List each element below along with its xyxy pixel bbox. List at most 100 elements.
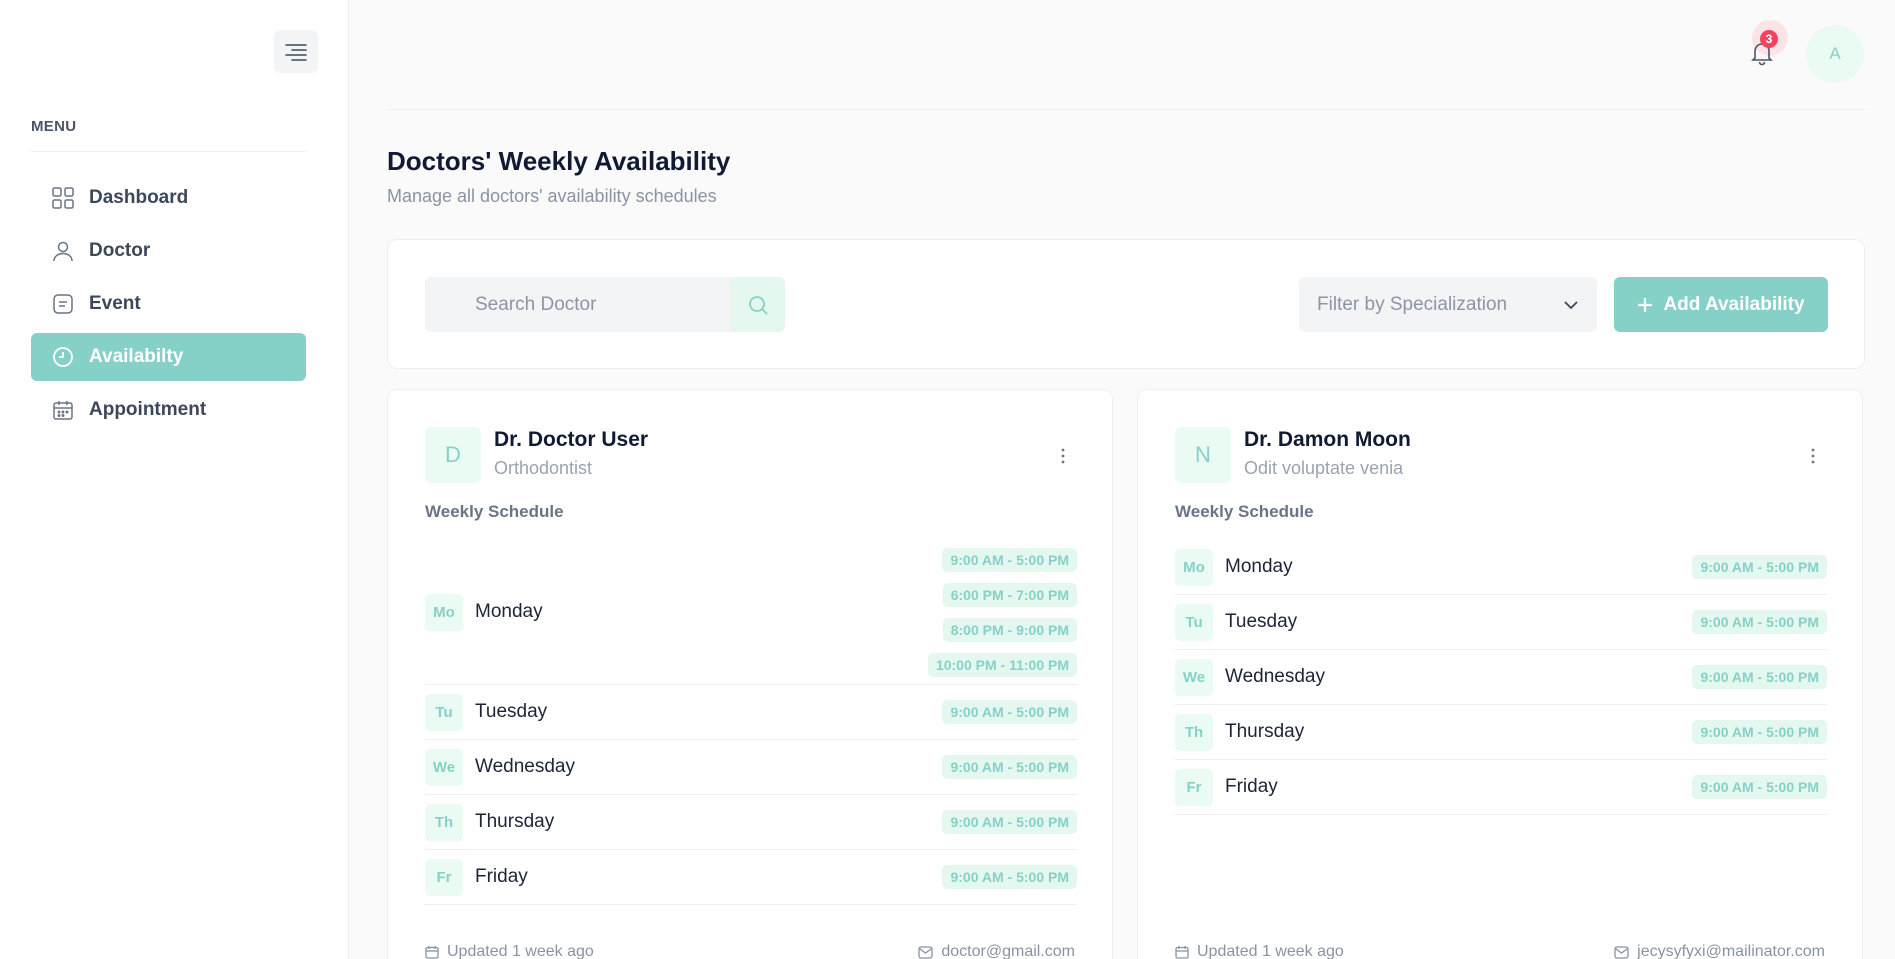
search-box [425, 277, 785, 332]
time-slot: 8:00 PM - 9:00 PM [942, 617, 1077, 642]
clock-icon [51, 345, 75, 369]
page-subtitle: Manage all doctors' availability schedul… [387, 186, 717, 206]
schedule-day: We Wednesday [425, 748, 575, 786]
sidebar-item-event[interactable]: Event [31, 280, 306, 328]
time-slot: 9:00 AM - 5:00 PM [1692, 555, 1827, 579]
email-text: doctor@gmail.com [941, 943, 1075, 959]
sidebar-item-label: Appointment [89, 399, 207, 420]
doctor-name: Dr. Damon Moon [1244, 428, 1411, 451]
schedule-day: We Wednesday [1175, 658, 1325, 696]
page-title: Doctors' Weekly Availability [387, 146, 731, 176]
time-slots: 9:00 AM - 5:00 PM [942, 755, 1077, 779]
time-slots: 9:00 AM - 5:00 PM [1692, 610, 1827, 634]
time-slot: 9:00 AM - 5:00 PM [1692, 775, 1827, 799]
sidebar-item-dashboard[interactable]: Dashboard [31, 174, 306, 222]
updated-info: Updated 1 week ago [1175, 943, 1344, 959]
time-slots: 9:00 AM - 5:00 PM [942, 700, 1077, 724]
sidebar-item-appointment[interactable]: Appointment [31, 386, 306, 434]
updated-text: Updated 1 week ago [447, 943, 594, 959]
search-button[interactable] [730, 277, 785, 332]
header-divider [387, 109, 1865, 110]
sidebar-toggle-button[interactable] [274, 30, 318, 73]
more-options-button[interactable] [1051, 444, 1075, 468]
filter-placeholder: Filter by Specialization [1317, 293, 1508, 315]
doctor-specialization: Orthodontist [494, 458, 593, 478]
add-availability-label: Add Availability [1663, 293, 1805, 315]
more-vertical-icon [1061, 448, 1065, 464]
schedule-row: Tu Tuesday 9:00 AM - 5:00 PM [425, 685, 1077, 740]
specialization-filter-select[interactable]: Filter by Specialization [1299, 277, 1597, 332]
add-availability-button[interactable]: Add Availability [1614, 277, 1828, 332]
schedule-day: Tu Tuesday [1175, 603, 1298, 641]
mail-icon [1614, 945, 1629, 959]
toolbar-card: Filter by Specialization Add Availabilit… [387, 239, 1865, 369]
time-slots: 9:00 AM - 5:00 PM 6:00 PM - 7:00 PM 8:00… [927, 547, 1077, 677]
day-name: Thursday [1225, 721, 1305, 742]
time-slot: 9:00 AM - 5:00 PM [942, 865, 1077, 889]
day-name: Friday [475, 866, 528, 887]
schedule-row: Th Thursday 9:00 AM - 5:00 PM [425, 795, 1077, 850]
doctor-card: N Dr. Damon Moon Odit voluptate venia We… [1137, 389, 1863, 959]
doctor-email: jecysyfyxi@mailinator.com [1614, 943, 1825, 959]
mail-icon [918, 945, 934, 959]
avatar[interactable]: A [1806, 25, 1864, 83]
day-abbr: Th [425, 803, 463, 841]
search-input[interactable] [425, 277, 730, 332]
day-abbr: Mo [1175, 548, 1213, 586]
menu-divider [31, 151, 306, 152]
plus-icon [1638, 297, 1653, 312]
search-icon [748, 295, 768, 315]
notification-badge: 3 [1760, 30, 1778, 48]
schedule-row: Mo Monday 9:00 AM - 5:00 PM [1175, 540, 1827, 595]
time-slots: 9:00 AM - 5:00 PM [1692, 720, 1827, 744]
day-name: Tuesday [1225, 611, 1298, 632]
menu-heading: MENU [31, 118, 77, 135]
day-name: Wednesday [475, 756, 575, 777]
schedule-row: Fr Friday 9:00 AM - 5:00 PM [425, 850, 1077, 905]
day-name: Wednesday [1225, 666, 1325, 687]
schedule-row: Th Thursday 9:00 AM - 5:00 PM [1175, 705, 1827, 760]
day-name: Monday [475, 601, 543, 622]
day-abbr: We [425, 748, 463, 786]
day-name: Tuesday [475, 701, 548, 722]
calendar-icon [425, 946, 439, 959]
schedule-day: Tu Tuesday [425, 693, 548, 731]
schedule-day: Fr Friday [425, 858, 528, 896]
time-slots: 9:00 AM - 5:00 PM [1692, 775, 1827, 799]
day-abbr: Tu [1175, 603, 1213, 641]
schedule-list: Mo Monday 9:00 AM - 5:00 PM Tu Tuesday 9… [1175, 540, 1827, 815]
updated-info: Updated 1 week ago [425, 943, 594, 959]
sidebar-item-availability[interactable]: Availabilty [31, 333, 306, 381]
sidebar: MENU Dashboard Doctor Event Availabilty [0, 0, 349, 959]
day-abbr: Mo [425, 593, 463, 631]
sidebar-item-label: Availabilty [89, 346, 184, 367]
schedule-row: Fr Friday 9:00 AM - 5:00 PM [1175, 760, 1827, 815]
more-options-button[interactable] [1801, 444, 1825, 468]
menu-icon [285, 43, 307, 61]
sidebar-item-doctor[interactable]: Doctor [31, 227, 306, 275]
more-vertical-icon [1811, 448, 1815, 464]
email-text: jecysyfyxi@mailinator.com [1637, 943, 1825, 959]
doctor-specialization: Odit voluptate venia [1244, 458, 1404, 478]
time-slot: 10:00 PM - 11:00 PM [927, 652, 1077, 677]
day-abbr: We [1175, 658, 1213, 696]
time-slots: 9:00 AM - 5:00 PM [1692, 555, 1827, 579]
day-abbr: Fr [425, 858, 463, 896]
doctor-email: doctor@gmail.com [918, 943, 1075, 959]
time-slot: 9:00 AM - 5:00 PM [1692, 720, 1827, 744]
calendar-icon [1175, 946, 1189, 959]
calendar-icon [51, 398, 75, 422]
schedule-list: Mo Monday 9:00 AM - 5:00 PM 6:00 PM - 7:… [425, 540, 1077, 905]
time-slot: 9:00 AM - 5:00 PM [942, 755, 1077, 779]
schedule-row: We Wednesday 9:00 AM - 5:00 PM [425, 740, 1077, 795]
schedule-row: We Wednesday 9:00 AM - 5:00 PM [1175, 650, 1827, 705]
schedule-day: Th Thursday [1175, 713, 1305, 751]
day-name: Friday [1225, 776, 1278, 797]
sidebar-item-label: Event [89, 293, 141, 314]
doctor-avatar: N [1175, 427, 1231, 483]
message-icon [51, 292, 75, 316]
time-slot: 9:00 AM - 5:00 PM [942, 700, 1077, 724]
time-slot: 9:00 AM - 5:00 PM [1692, 665, 1827, 689]
doctor-name: Dr. Doctor User [494, 428, 649, 451]
doctor-avatar: D [425, 427, 481, 483]
